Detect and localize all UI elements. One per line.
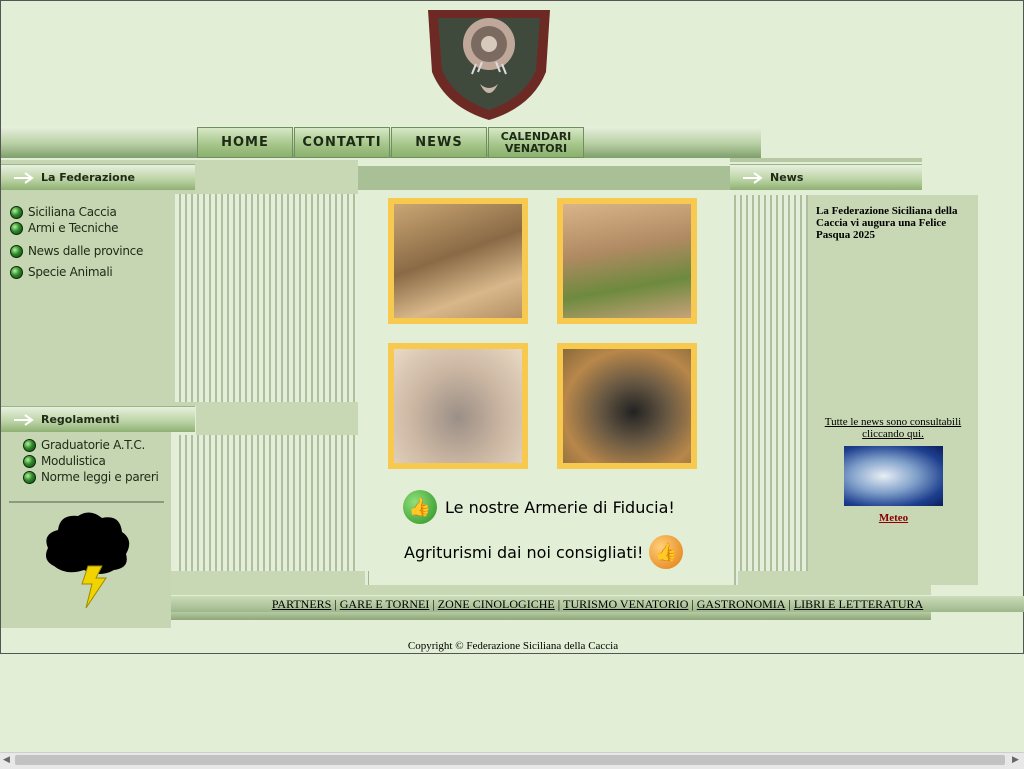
footer-links: PARTNERS | GARE E TORNEI | ZONE CINOLOGICHE |… <box>171 597 1024 611</box>
photo-hare[interactable] <box>557 198 697 324</box>
thumbs-up-icon: 👍 <box>649 535 684 569</box>
footer-link-zone[interactable]: ZONE CINOLOGICHE <box>438 597 555 611</box>
armerie-label: Le nostre Armerie di Fiducia! <box>445 497 675 517</box>
copyright: Copyright © Federazione Siciliana della … <box>407 640 619 652</box>
regolamenti-header: Regolamenti <box>1 406 195 432</box>
thumbs-up-icon: 👍 <box>403 490 437 524</box>
footer-link-gare[interactable]: GARE E TORNEI <box>340 597 430 611</box>
agriturismi-label: Agriturismi dai noi consigliati! <box>404 542 644 562</box>
bullet-icon <box>23 438 36 452</box>
menu-item-label: Norme leggi e pareri <box>41 470 159 484</box>
menu-item-norme[interactable]: Norme leggi e pareri <box>23 469 183 485</box>
photo-partridge[interactable] <box>557 343 697 469</box>
federazione-menu: Siciliana Caccia Armi e Tecniche News da… <box>10 204 180 280</box>
regolamenti-menu: Graduatorie A.T.C. Modulistica Norme leg… <box>23 437 183 485</box>
right-stripes <box>730 195 808 585</box>
menu-item-label: Armi e Tecniche <box>28 221 119 235</box>
footer-link-turismo[interactable]: TURISMO VENATORIO <box>563 597 688 611</box>
scroll-right-icon[interactable]: ▶ <box>1012 755 1019 765</box>
meteo-link[interactable]: Meteo <box>879 512 908 524</box>
federazione-header: La Federazione <box>1 164 195 190</box>
all-news-container: Tutte le news sono consultabili cliccand… <box>815 416 971 440</box>
menu-item-graduatorie[interactable]: Graduatorie A.T.C. <box>23 437 183 453</box>
menu-item-siciliana-caccia[interactable]: Siciliana Caccia <box>10 204 180 220</box>
nav-home-button[interactable]: HOME <box>197 127 293 158</box>
footer-top-strip <box>171 585 931 595</box>
menu-item-label: Graduatorie A.T.C. <box>41 438 146 452</box>
federation-logo <box>428 10 550 120</box>
center-header-bar <box>358 166 730 190</box>
menu-item-modulistica[interactable]: Modulistica <box>23 453 183 469</box>
center-mid-left-block <box>196 402 358 435</box>
right-top-strip <box>730 158 922 162</box>
left-stripes-bottom <box>175 435 358 571</box>
divider <box>9 501 164 503</box>
regolamenti-header-label: Regolamenti <box>41 413 120 426</box>
bullet-icon <box>23 470 36 484</box>
all-news-link[interactable]: Tutte le news sono consultabili cliccand… <box>825 416 961 440</box>
bullet-icon <box>10 265 23 279</box>
footer-link-libri[interactable]: LIBRI E LETTERATURA <box>794 597 923 611</box>
arrow-right-icon <box>743 171 763 184</box>
bullet-icon <box>23 454 36 468</box>
footer-bottom-strip <box>171 612 931 620</box>
news-header: News <box>730 164 922 190</box>
photo-woodcock[interactable] <box>388 198 528 324</box>
menu-item-armi-tecniche[interactable]: Armi e Tecniche <box>10 220 180 236</box>
lower-strip-center <box>368 571 731 585</box>
woodcock-image <box>394 204 522 318</box>
arrow-right-icon <box>14 171 34 184</box>
menu-item-label: Siciliana Caccia <box>28 205 117 219</box>
menu-item-news-province[interactable]: News dalle province <box>10 243 180 259</box>
storm-cloud-icon <box>46 512 130 609</box>
menu-item-label: Specie Animali <box>28 265 113 279</box>
meteo-satellite-image[interactable] <box>844 446 943 506</box>
left-panel-federazione <box>1 160 196 406</box>
news-panel <box>808 195 978 585</box>
arrow-right-icon <box>14 413 34 426</box>
bullet-icon <box>10 221 23 235</box>
news-item-text: La Federazione Siciliana della Caccia vi… <box>816 205 958 241</box>
footer-link-partners[interactable]: PARTNERS <box>272 597 332 611</box>
left-stripes-top <box>175 194 358 402</box>
photo-rabbit[interactable] <box>388 343 528 469</box>
separator: | <box>788 597 791 611</box>
nav-contatti-button[interactable]: CONTATTI <box>294 127 390 158</box>
separator: | <box>691 597 694 611</box>
hare-image <box>563 204 691 318</box>
federazione-header-label: La Federazione <box>41 171 135 184</box>
footer-link-gastronomia[interactable]: GASTRONOMIA <box>697 597 786 611</box>
separator: | <box>334 597 337 611</box>
news-header-label: News <box>770 171 804 184</box>
menu-item-label: Modulistica <box>41 454 106 468</box>
nav-calendari-button[interactable]: CALENDARI VENATORI <box>488 127 584 158</box>
bullet-icon <box>10 244 23 258</box>
menu-item-label: News dalle province <box>28 244 144 258</box>
partridge-image <box>563 349 691 463</box>
menu-item-specie-animali[interactable]: Specie Animali <box>10 264 180 280</box>
lower-strip-left <box>171 571 365 585</box>
lower-strip-right <box>738 571 876 585</box>
separator: | <box>557 597 561 611</box>
agriturismi-link[interactable]: Agriturismi dai noi consigliati! 👍 <box>404 535 684 569</box>
separator: | <box>432 597 435 611</box>
armerie-link[interactable]: 👍 Le nostre Armerie di Fiducia! <box>403 490 675 524</box>
scrollbar-thumb[interactable] <box>15 755 1005 765</box>
nav-news-button[interactable]: NEWS <box>391 127 487 158</box>
bullet-icon <box>10 205 23 219</box>
center-top-left-block <box>196 160 358 194</box>
rabbit-image <box>394 349 522 463</box>
scroll-left-icon[interactable]: ◀ <box>3 755 10 765</box>
meteo-container: Meteo <box>844 512 943 524</box>
